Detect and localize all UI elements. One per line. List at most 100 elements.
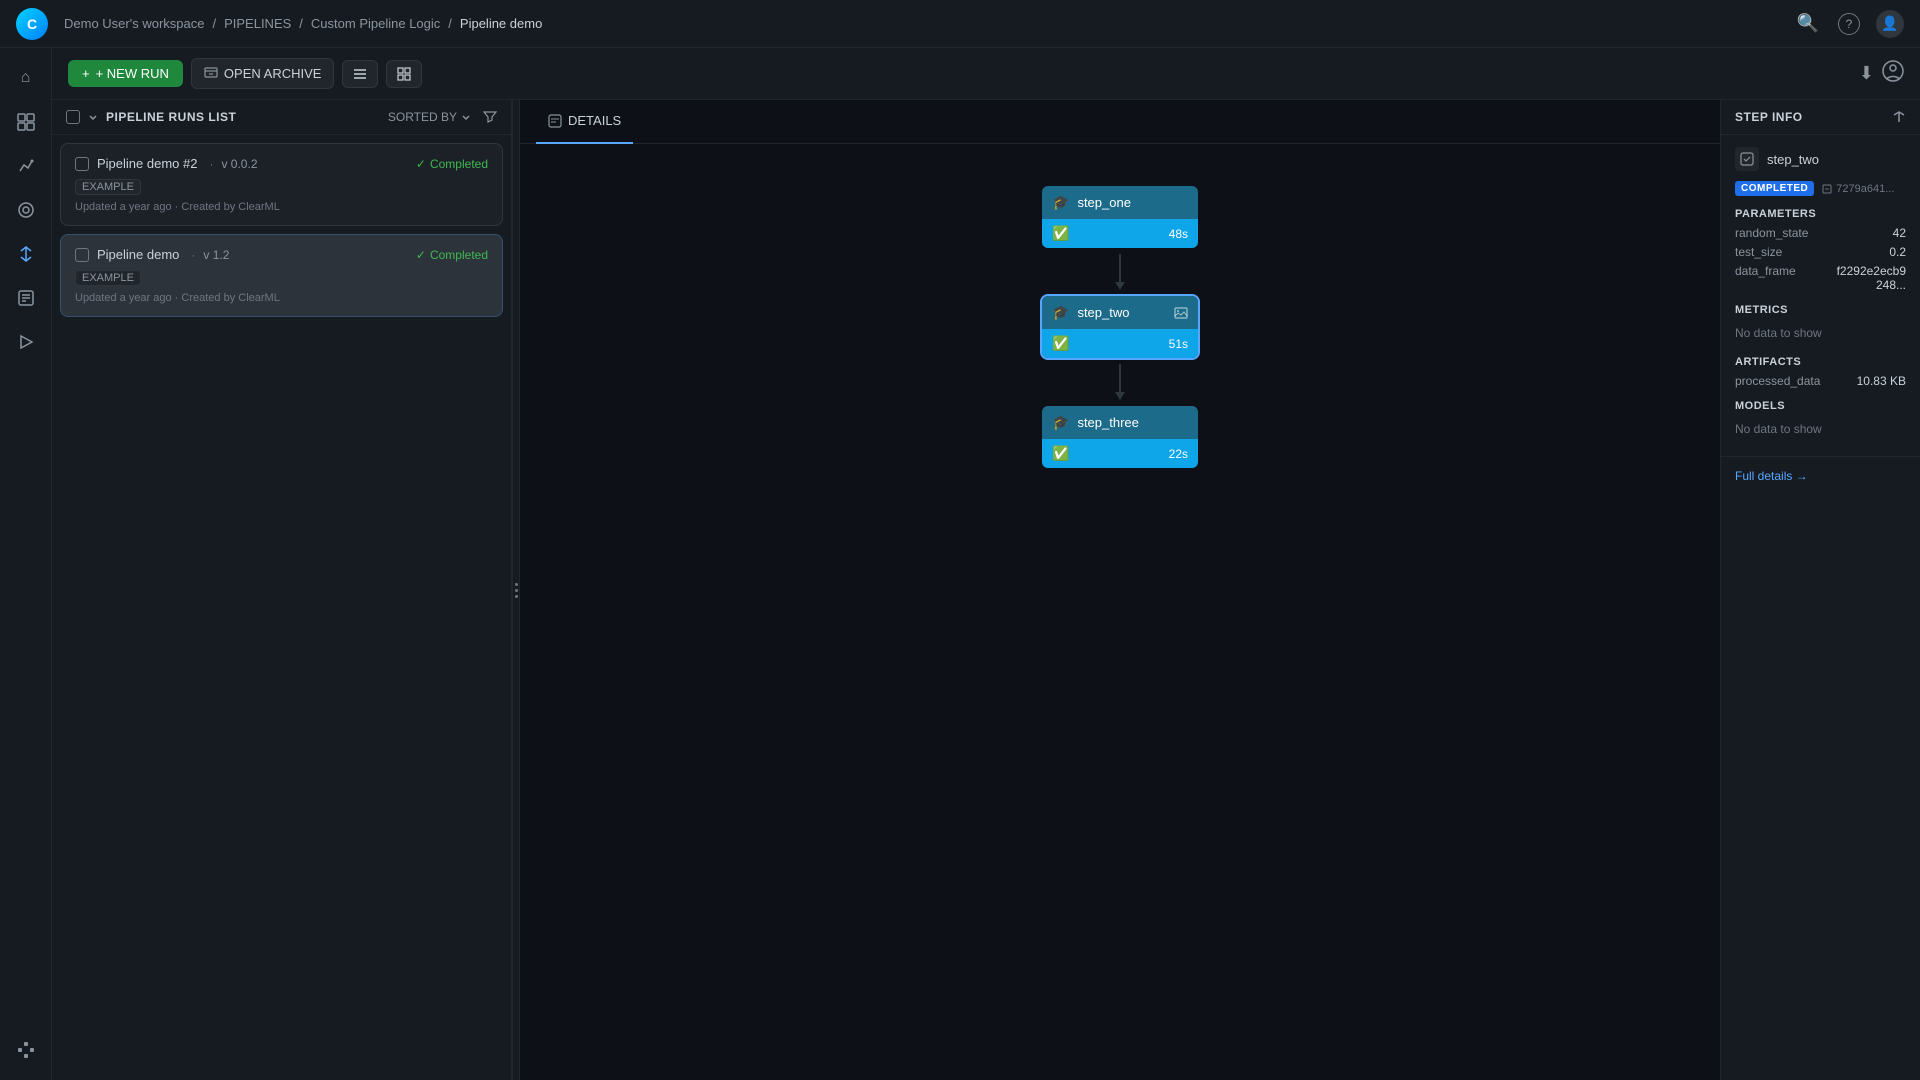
- step-node-two[interactable]: 🎓 step_two ✅: [1040, 294, 1200, 360]
- run-checkbox[interactable]: [75, 248, 89, 262]
- panel-title: PIPELINE RUNS LIST: [106, 110, 380, 124]
- completed-badge: COMPLETED: [1735, 181, 1814, 196]
- check-icon: ✓: [416, 248, 426, 262]
- step-one-time: 48s: [1169, 227, 1188, 241]
- sidebar-item-pipelines[interactable]: [8, 236, 44, 272]
- full-details-label: Full details →: [1735, 469, 1808, 483]
- step-three-time: 22s: [1169, 447, 1188, 461]
- sidebar-item-dashboard[interactable]: [8, 104, 44, 140]
- step-name-row: step_two: [1735, 147, 1906, 171]
- run-version: v 0.0.2: [221, 157, 257, 171]
- run-tag: EXAMPLE: [75, 177, 488, 201]
- step-one-progress: ✅ 48s: [1042, 219, 1198, 248]
- run-tag-label: EXAMPLE: [75, 270, 141, 286]
- run-item[interactable]: Pipeline demo · v 1.2 ✓ Completed EXAMPL…: [60, 234, 503, 317]
- select-all-checkbox[interactable]: [66, 110, 80, 124]
- check-circle-icon: ✅: [1052, 225, 1069, 242]
- run-checkbox[interactable]: [75, 157, 89, 171]
- divider-handle: [515, 583, 518, 598]
- arrow-down-icon: [1115, 392, 1125, 400]
- search-icon[interactable]: 🔍: [1794, 10, 1822, 38]
- run-meta: Updated a year ago · Created by ClearML: [75, 292, 488, 304]
- sorted-by-control[interactable]: SORTED BY: [388, 110, 471, 124]
- step-two-name: step_two: [1077, 305, 1129, 320]
- step-icon: 🎓: [1052, 414, 1069, 431]
- plus-icon: +: [82, 66, 90, 81]
- step-two-progress: ✅ 51s: [1042, 329, 1198, 358]
- metrics-empty: No data to show: [1735, 322, 1906, 344]
- step-two-header: 🎓 step_two: [1042, 296, 1198, 329]
- run-status: ✓ Completed: [416, 157, 488, 171]
- sidebar-item-home[interactable]: ⌂: [8, 60, 44, 96]
- logo-icon[interactable]: C: [16, 8, 48, 40]
- toolbar: + + NEW RUN OPEN ARCHIVE: [52, 48, 1920, 100]
- models-section-title: MODELS: [1735, 400, 1906, 412]
- param-key: random_state: [1735, 226, 1808, 240]
- sidebar-item-run[interactable]: [8, 324, 44, 360]
- run-status: ✓ Completed: [416, 248, 488, 262]
- user-avatar[interactable]: 👤: [1876, 10, 1904, 38]
- step-icon: 🎓: [1052, 304, 1069, 321]
- breadcrumb-sep-2: /: [299, 16, 303, 31]
- divider-dot: [515, 595, 518, 598]
- breadcrumb: Demo User's workspace / PIPELINES / Cust…: [64, 16, 1794, 31]
- full-details-link[interactable]: Full details →: [1721, 456, 1920, 495]
- step-three-header: 🎓 step_three: [1042, 406, 1198, 439]
- step-node-one[interactable]: 🎓 step_one ✅ 48s: [1040, 184, 1200, 250]
- check-circle-icon: ✅: [1052, 445, 1069, 462]
- check-circle-icon: ✅: [1052, 335, 1069, 352]
- sorted-by-label: SORTED BY: [388, 110, 457, 124]
- divider-dot: [515, 583, 518, 586]
- sidebar-bottom: [8, 1024, 44, 1068]
- sidebar-item-reports[interactable]: [8, 280, 44, 316]
- step-node-three[interactable]: 🎓 step_three ✅ 22s: [1040, 404, 1200, 470]
- panel-header: PIPELINE RUNS LIST SORTED BY: [52, 100, 511, 135]
- param-key: test_size: [1735, 245, 1782, 259]
- artifact-val: 10.83 KB: [1857, 374, 1906, 388]
- artifact-row: processed_data 10.83 KB: [1735, 374, 1906, 388]
- details-icon: [548, 114, 562, 128]
- sidebar-item-experiments[interactable]: [8, 148, 44, 184]
- panel-divider[interactable]: [512, 100, 520, 1080]
- check-icon: ✓: [416, 157, 426, 171]
- step-one-header: 🎓 step_one: [1042, 186, 1198, 219]
- new-run-button[interactable]: + + NEW RUN: [68, 60, 183, 87]
- connector-2: [1115, 360, 1125, 404]
- breadcrumb-custom-pipeline[interactable]: Custom Pipeline Logic: [311, 16, 440, 31]
- parameters-section-title: PARAMETERS: [1735, 208, 1906, 220]
- list-view-button[interactable]: [342, 60, 378, 88]
- step-id-row: 7279a641...: [1822, 183, 1894, 195]
- left-panel: PIPELINE RUNS LIST SORTED BY: [52, 100, 512, 1080]
- filter-icon[interactable]: [483, 110, 497, 124]
- param-row: random_state 42: [1735, 226, 1906, 240]
- download-icon[interactable]: ⬇: [1859, 63, 1874, 84]
- open-archive-button[interactable]: OPEN ARCHIVE: [191, 58, 335, 89]
- dropdown-arrow-icon[interactable]: [88, 112, 98, 122]
- param-val: 42: [1893, 226, 1906, 240]
- artifact-key: processed_data: [1735, 374, 1820, 388]
- user-profile-icon[interactable]: [1882, 60, 1904, 87]
- id-icon: [1822, 184, 1832, 194]
- arrow-down-icon: [1115, 282, 1125, 290]
- sidebar-item-models[interactable]: [8, 192, 44, 228]
- connector-1: [1115, 250, 1125, 294]
- collapse-icon[interactable]: [1892, 110, 1906, 124]
- breadcrumb-pipelines[interactable]: PIPELINES: [224, 16, 291, 31]
- tab-details[interactable]: DETAILS: [536, 100, 633, 144]
- archive-icon: [204, 65, 218, 82]
- run-item[interactable]: Pipeline demo #2 · v 0.0.2 ✓ Completed E…: [60, 143, 503, 226]
- step-three-name: step_three: [1077, 415, 1138, 430]
- run-separator: ·: [209, 157, 213, 171]
- param-val: f2292e2ecb9248...: [1836, 264, 1906, 292]
- pipeline-canvas[interactable]: 🎓 step_one ✅ 48s: [520, 144, 1720, 1080]
- sidebar-item-slack[interactable]: [8, 1032, 44, 1068]
- models-empty: No data to show: [1735, 418, 1906, 440]
- grid-view-button[interactable]: [386, 60, 422, 88]
- breadcrumb-current: Pipeline demo: [460, 16, 542, 31]
- breadcrumb-workspace[interactable]: Demo User's workspace: [64, 16, 204, 31]
- run-item-header: Pipeline demo #2 · v 0.0.2 ✓ Completed: [75, 156, 488, 171]
- help-icon[interactable]: ?: [1838, 13, 1860, 35]
- run-item-header: Pipeline demo · v 1.2 ✓ Completed: [75, 247, 488, 262]
- run-meta: Updated a year ago · Created by ClearML: [75, 201, 488, 213]
- run-status-label: Completed: [430, 157, 488, 171]
